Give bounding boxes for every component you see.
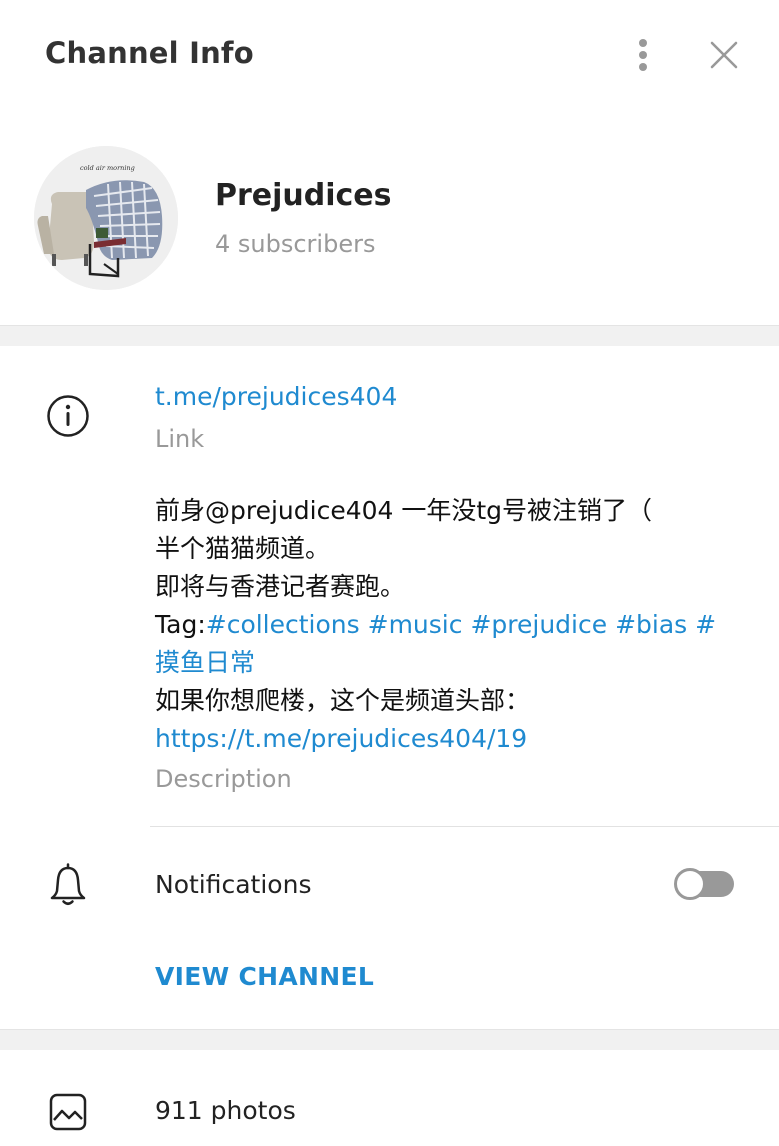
channel-info-panel: Channel Info cold air morning Prejudices… xyxy=(0,0,779,1146)
link-label: Link xyxy=(155,425,205,453)
description-label: Description xyxy=(155,765,292,793)
hashtag-link[interactable]: #bias xyxy=(615,610,687,639)
info-icon xyxy=(47,395,89,437)
section-divider xyxy=(0,1029,779,1050)
channel-description: 前身@prejudice404 一年没tg号被注销了（ 半个猫猫频道。 即将与香… xyxy=(155,492,735,758)
photo-icon xyxy=(49,1093,87,1131)
photos-count-link[interactable]: 911 photos xyxy=(155,1096,296,1125)
section-divider xyxy=(0,325,779,346)
description-line: 如果你想爬楼，这个是频道头部： xyxy=(155,686,531,715)
hashtag-link[interactable]: #prejudice xyxy=(470,610,607,639)
hashtag-link[interactable]: #music xyxy=(368,610,463,639)
avatar-caption: cold air morning xyxy=(80,164,135,172)
hashtag-link[interactable]: #collections xyxy=(206,610,360,639)
view-channel-button[interactable]: VIEW CHANNEL xyxy=(155,962,374,991)
description-line: 前身@prejudice404 一年没tg号被注销了（ xyxy=(155,496,653,525)
channel-name: Prejudices xyxy=(215,178,392,213)
description-url-link[interactable]: https://t.me/prejudices404/19 xyxy=(155,720,735,758)
notifications-toggle[interactable] xyxy=(674,868,734,900)
notifications-label: Notifications xyxy=(155,870,312,899)
tag-prefix: Tag: xyxy=(155,610,206,639)
page-title: Channel Info xyxy=(45,36,254,70)
description-line: 即将与香港记者赛跑。 xyxy=(155,572,406,601)
channel-link[interactable]: t.me/prejudices404 xyxy=(155,382,397,411)
subscriber-count: 4 subscribers xyxy=(215,230,376,258)
toggle-knob xyxy=(674,868,706,900)
close-icon xyxy=(710,41,738,69)
more-options-button[interactable] xyxy=(626,34,662,76)
close-button[interactable] xyxy=(704,36,744,76)
description-line: 半个猫猫频道。 xyxy=(155,534,331,563)
divider xyxy=(150,826,779,827)
description-tags-line: Tag:#collections #music #prejudice #bias… xyxy=(155,606,735,682)
channel-avatar-image: cold air morning xyxy=(34,146,178,290)
bell-icon xyxy=(50,863,86,905)
avatar[interactable]: cold air morning xyxy=(34,146,178,290)
